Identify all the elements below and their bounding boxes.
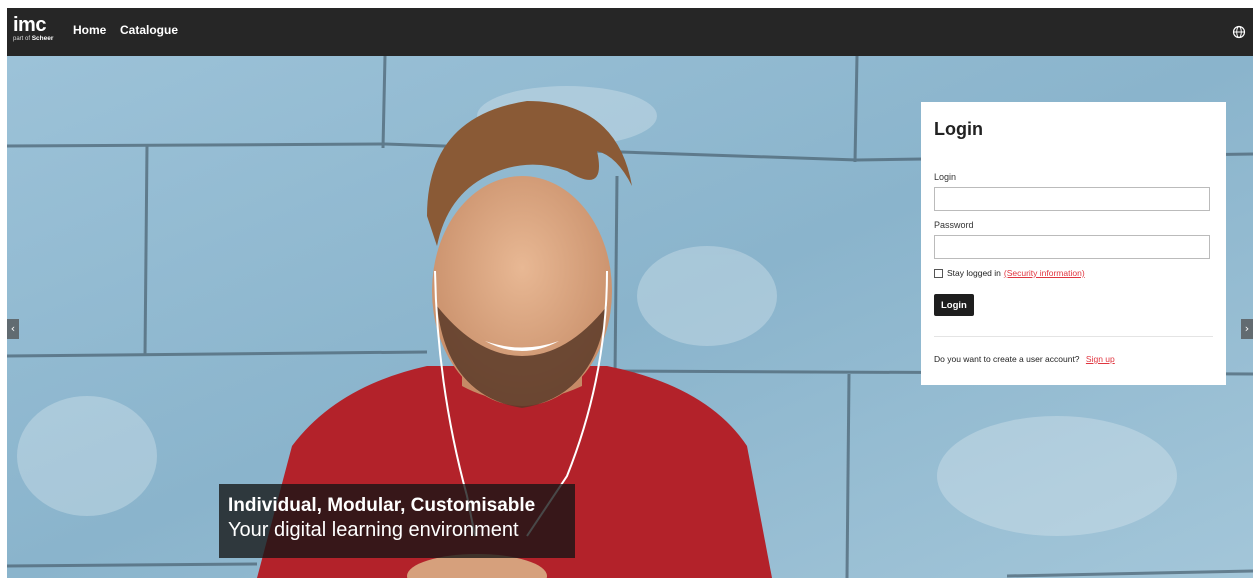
password-input[interactable] <box>934 235 1210 259</box>
previous-slide-button[interactable]: ‹ <box>7 319 19 339</box>
page: imc part of Scheer Home Catalogue ‹ › In… <box>0 0 1253 578</box>
stay-logged-in-checkbox[interactable] <box>934 268 943 278</box>
logo-tagline-brand: Scheer <box>31 35 54 42</box>
logo-tagline-prefix: part of <box>13 36 31 42</box>
top-navigation-bar: imc part of Scheer Home Catalogue <box>7 8 1253 56</box>
next-slide-button[interactable]: › <box>1241 319 1253 339</box>
stay-logged-in-row: Stay logged in (Security information) <box>934 268 1213 278</box>
login-panel: Login Login Password Stay logged in (Sec… <box>921 102 1226 385</box>
stay-logged-in-label: Stay logged in <box>947 268 1001 278</box>
imc-logo[interactable]: imc part of Scheer <box>13 14 61 48</box>
divider <box>934 336 1213 337</box>
signup-row: Do you want to create a user account? Si… <box>934 354 1213 364</box>
globe-icon[interactable] <box>1232 25 1246 39</box>
hero-title: Individual, Modular, Customisable <box>228 495 536 516</box>
login-heading: Login <box>934 119 983 139</box>
security-information-link[interactable]: (Security information) <box>1004 268 1085 278</box>
login-field-label: Login <box>934 172 957 182</box>
nav-catalogue-link[interactable]: Catalogue <box>120 23 178 37</box>
hero-caption: Individual, Modular, Customisable Your d… <box>219 484 575 558</box>
logo-wordmark: imc <box>13 14 46 36</box>
hero-subtitle: Your digital learning environment <box>228 519 519 541</box>
password-field-label: Password <box>934 220 974 230</box>
nav-home-link[interactable]: Home <box>70 23 109 41</box>
login-button[interactable]: Login <box>934 294 974 316</box>
logo-tagline: part of Scheer <box>13 35 61 43</box>
login-input[interactable] <box>934 187 1210 211</box>
signup-prompt: Do you want to create a user account? <box>934 354 1080 364</box>
sign-up-link[interactable]: Sign up <box>1086 354 1115 364</box>
